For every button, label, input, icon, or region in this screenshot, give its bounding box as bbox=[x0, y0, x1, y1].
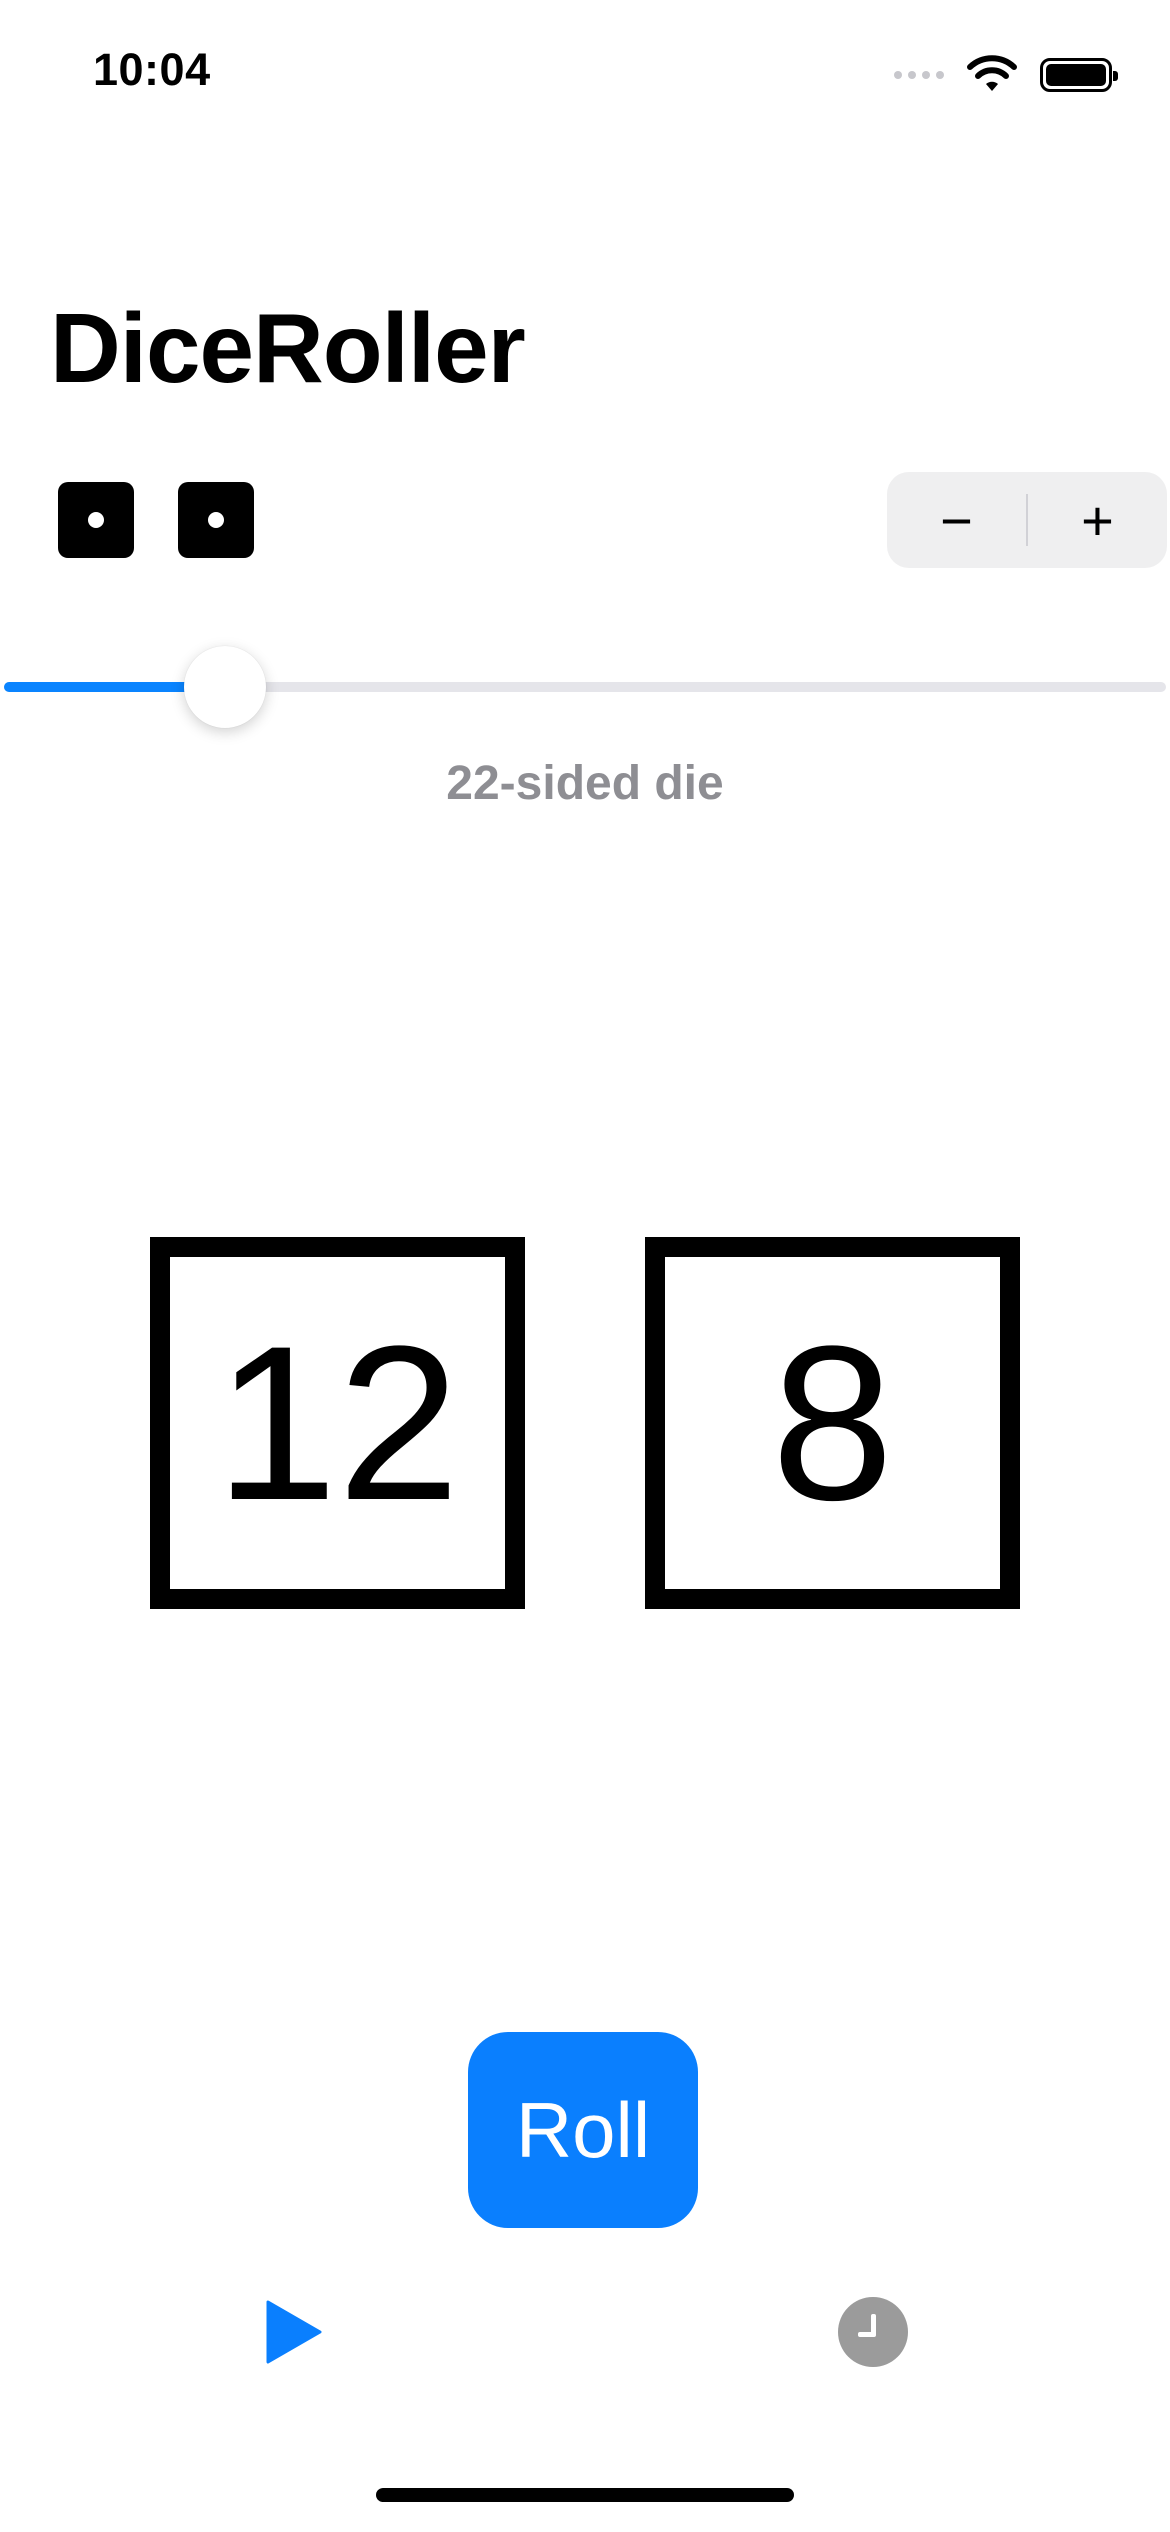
slider-thumb[interactable] bbox=[183, 646, 266, 728]
play-icon[interactable] bbox=[266, 2300, 322, 2364]
dice-count-indicator bbox=[58, 482, 254, 558]
cellular-signal-icon bbox=[894, 71, 944, 79]
increment-button[interactable]: + bbox=[1028, 472, 1167, 568]
sides-slider[interactable] bbox=[4, 640, 1166, 730]
die-result: 12 bbox=[150, 1237, 525, 1609]
die-face-one-icon bbox=[178, 482, 254, 558]
home-indicator bbox=[376, 2488, 794, 2502]
wifi-icon bbox=[967, 55, 1017, 91]
dice-roller-screen: 10:04 DiceRoller − + 22-sided die 12 8 R… bbox=[0, 0, 1170, 2532]
page-title: DiceRoller bbox=[50, 293, 526, 403]
status-icons bbox=[894, 50, 1118, 100]
status-time: 10:04 bbox=[93, 44, 211, 95]
battery-full-icon bbox=[1040, 58, 1118, 92]
dice-results: 12 8 bbox=[150, 1237, 1020, 1609]
roll-button[interactable]: Roll bbox=[468, 2032, 698, 2228]
history-clock-icon[interactable] bbox=[838, 2297, 908, 2367]
dice-count-stepper: − + bbox=[887, 472, 1167, 568]
sides-caption: 22-sided die bbox=[446, 757, 724, 810]
die-result: 8 bbox=[645, 1237, 1020, 1609]
die-face-one-icon bbox=[58, 482, 134, 558]
decrement-button[interactable]: − bbox=[887, 472, 1026, 568]
